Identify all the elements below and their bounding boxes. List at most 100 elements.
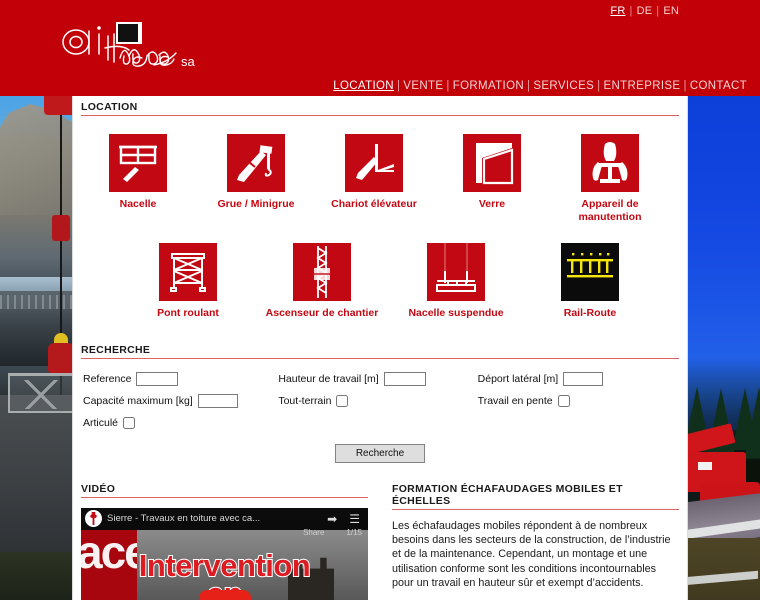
background-photo-right	[682, 95, 760, 600]
category-nacelle-suspendue[interactable]: Nacelle suspendue	[392, 239, 520, 320]
pine-tree	[744, 387, 760, 459]
video-column: VIDÉO ace Sierre - Travaux en toiture av…	[73, 477, 380, 600]
video-watermark-band: ace	[81, 529, 137, 600]
main-navigation: LOCATION | VENTE | FORMATION | SERVICES | ENTREP…	[333, 80, 747, 92]
category-label: Chariot élévateur	[331, 198, 417, 210]
nav-item-vente[interactable]: VENTE	[403, 80, 443, 92]
field-reference: Reference	[83, 369, 278, 389]
field-articule: Articulé	[83, 413, 278, 433]
aerial-platform-icon	[109, 134, 167, 192]
field-tout-terrain: Tout-terrain	[278, 391, 477, 411]
search-input-reference[interactable]	[136, 371, 179, 386]
nav-item-services[interactable]: SERVICES	[533, 80, 594, 92]
search-checkbox-travail-pente[interactable]	[557, 394, 570, 407]
category-label: Nacelle	[119, 198, 157, 210]
category-rail-route[interactable]: Rail-Route	[526, 239, 654, 320]
category-label: Nacelle suspendue	[408, 307, 504, 319]
forklift-icon	[345, 134, 403, 192]
search-input-hauteur[interactable]	[383, 371, 426, 386]
nav-item-entreprise[interactable]: ENTREPRISE	[603, 80, 680, 92]
video-player[interactable]: ace Sierre - Travaux en toiture avec ca.…	[81, 507, 368, 600]
section-title-recherche: RECHERCHE	[81, 338, 679, 359]
category-chariot-elevateur[interactable]: Chariot élévateur	[318, 130, 430, 223]
search-column-1: Reference Capacité maximum [kg] Articulé	[83, 369, 278, 435]
label-hauteur: Hauteur de travail [m]	[278, 372, 379, 385]
video-watermark-text: ace	[81, 529, 137, 578]
category-label: Verre	[478, 198, 506, 210]
playlist-counter: 1/15	[346, 527, 362, 537]
field	[682, 538, 760, 600]
site-logo[interactable]: sa	[58, 12, 228, 74]
field-travail-pente: Travail en pente	[478, 391, 677, 411]
label-tout-terrain: Tout-terrain	[278, 394, 332, 407]
category-appareil-manutention[interactable]: Appareil de manutention	[554, 130, 666, 223]
search-form: Reference Capacité maximum [kg] Articulé…	[73, 359, 687, 435]
lang-separator: |	[629, 5, 633, 17]
lang-link-en[interactable]: EN	[662, 5, 680, 17]
svg-text:sa: sa	[181, 54, 196, 69]
category-nacelle[interactable]: Nacelle	[82, 130, 194, 223]
language-switcher: FR | DE | EN	[609, 5, 680, 17]
category-grid: Nacelle Grue / Minigrue Chariot élévateu…	[73, 116, 687, 320]
nav-item-formation[interactable]: FORMATION	[453, 80, 524, 92]
search-section: RECHERCHE Reference Capacité maximum [kg…	[73, 338, 687, 463]
field-deport: Déport latéral [m]	[478, 369, 677, 389]
search-checkbox-articule[interactable]	[123, 416, 136, 429]
concrete-wall	[0, 395, 78, 555]
lang-link-fr[interactable]: FR	[609, 5, 626, 17]
lang-separator: |	[656, 5, 660, 17]
category-verre[interactable]: Verre	[436, 130, 548, 223]
share-label: Share	[303, 527, 325, 537]
category-row-2: Pont roulant Ascenseur de chantier Nacel…	[73, 239, 687, 320]
lang-link-de[interactable]: DE	[636, 5, 654, 17]
nav-item-contact[interactable]: CONTACT	[690, 80, 747, 92]
airspace-logo-icon: sa	[62, 22, 196, 69]
category-row-1: Nacelle Grue / Minigrue Chariot élévateu…	[73, 130, 687, 223]
channel-avatar-icon	[85, 510, 102, 527]
bottom-columns: VIDÉO ace Sierre - Travaux en toiture av…	[73, 477, 687, 600]
category-pont-roulant[interactable]: Pont roulant	[124, 239, 252, 320]
grass-area	[0, 552, 78, 600]
category-ascenseur-chantier[interactable]: Ascenseur de chantier	[258, 239, 386, 320]
category-label: Rail-Route	[563, 307, 617, 319]
video-title-text: Sierre - Travaux en toiture avec ca...	[107, 513, 261, 524]
nav-separator: |	[446, 80, 450, 92]
suspended-platform-icon	[427, 243, 485, 301]
site-header: FR | DE | EN sa LOCATION | VENTE | FORMA…	[0, 0, 760, 96]
section-title-formation: FORMATION ÉCHAFAUDAGES MOBILES ET ÉCHELL…	[392, 477, 679, 510]
background-photo-left	[0, 95, 78, 600]
category-label: Grue / Minigrue	[217, 198, 295, 210]
category-grue-minigrue[interactable]: Grue / Minigrue	[200, 130, 312, 223]
search-input-capacite[interactable]	[197, 393, 238, 408]
overhead-crane-icon	[159, 243, 217, 301]
section-title-location: LOCATION	[81, 95, 679, 116]
suspended-platform	[8, 373, 74, 413]
nav-item-location[interactable]: LOCATION	[333, 80, 394, 92]
category-label: Appareil de manutention	[578, 198, 642, 223]
handling-device-icon	[581, 134, 639, 192]
label-reference: Reference	[83, 372, 132, 385]
label-travail-pente: Travail en pente	[477, 394, 553, 407]
share-icon[interactable]: ➡	[327, 512, 337, 526]
search-submit-wrap: Recherche	[73, 435, 687, 463]
article-paragraph-1: Les échafaudages mobiles répondent à de …	[392, 519, 671, 590]
field-hauteur: Hauteur de travail [m]	[278, 369, 477, 389]
castle-silhouette	[288, 557, 334, 600]
crane-hook	[52, 215, 70, 241]
nav-separator: |	[683, 80, 687, 92]
category-label: Pont roulant	[157, 307, 219, 319]
video-subbar: Share 1/15	[81, 528, 368, 537]
field-capacite: Capacité maximum [kg]	[83, 391, 278, 411]
search-input-deport[interactable]	[563, 371, 604, 386]
play-button-icon[interactable]	[198, 590, 251, 600]
telehandler-badge	[698, 462, 712, 470]
search-submit-button[interactable]: Recherche	[335, 443, 425, 463]
rail-road-icon	[561, 243, 619, 301]
search-checkbox-tout-terrain[interactable]	[336, 394, 349, 407]
worker-helmet	[54, 333, 68, 343]
label-deport: Déport latéral [m]	[477, 372, 559, 385]
article-column: FORMATION ÉCHAFAUDAGES MOBILES ET ÉCHELL…	[380, 477, 687, 600]
glass-panel-icon	[463, 134, 521, 192]
playlist-icon[interactable]: ☰	[349, 512, 360, 526]
search-column-3: Déport latéral [m] Travail en pente	[478, 369, 677, 435]
